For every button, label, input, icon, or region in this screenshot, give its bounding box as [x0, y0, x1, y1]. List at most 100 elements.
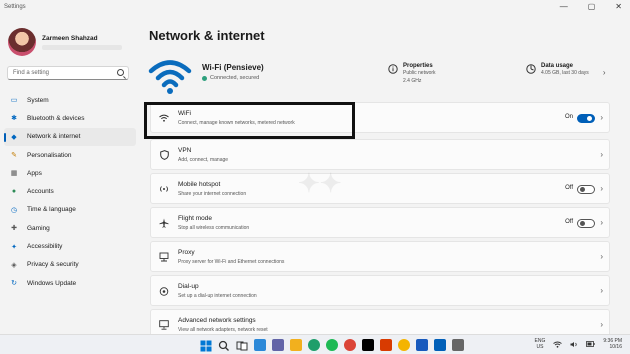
- file-explorer-icon[interactable]: [290, 339, 302, 351]
- info-icon: [388, 64, 398, 74]
- photos-icon[interactable]: [380, 339, 392, 351]
- clock[interactable]: 9:36 PM 10/16: [603, 338, 622, 350]
- monitor-network-icon: [159, 320, 169, 330]
- sidebar: Zarmeen Shahzad Find a setting ▭ System ✱ B…: [0, 16, 140, 334]
- data-usage-amount: 4.05 GB, last 30 days: [541, 70, 589, 76]
- chrome-alt-icon[interactable]: [398, 339, 410, 351]
- search-placeholder: Find a setting: [13, 70, 50, 76]
- row-title: Mobile hotspot: [178, 181, 221, 188]
- widgets-icon[interactable]: [254, 339, 266, 351]
- system-tray: ENG US 9:36 PM 10/16: [535, 338, 622, 350]
- sidebar-item-label: System: [27, 96, 49, 104]
- bluetooth-icon: ✱: [11, 115, 17, 123]
- row-subtitle: Stop all wireless communication: [178, 225, 250, 231]
- properties-title: Properties: [403, 63, 433, 69]
- sidebar-item-label: Apps: [27, 169, 42, 177]
- app-title: Settings: [4, 4, 26, 10]
- hotspot-icon: [159, 184, 169, 194]
- edge-icon[interactable]: [308, 339, 320, 351]
- row-title: Proxy: [178, 249, 195, 256]
- windows-start-icon[interactable]: [200, 339, 212, 352]
- properties-network-type: Public network: [403, 70, 436, 76]
- setting-row-flight-mode[interactable]: Flight mode Stop all wireless communicati…: [150, 207, 610, 238]
- chrome-icon[interactable]: [344, 339, 356, 351]
- settings-gear-icon[interactable]: [452, 339, 464, 351]
- row-subtitle: Share your internet connection: [178, 191, 247, 197]
- chat-icon[interactable]: [272, 339, 284, 351]
- data-usage-link[interactable]: Data usage 4.05 GB, last 30 days ›: [526, 63, 605, 77]
- flight-mode-toggle[interactable]: [577, 219, 595, 228]
- user-profile[interactable]: Zarmeen Shahzad: [8, 28, 122, 56]
- monitor-icon: ▭: [10, 97, 18, 105]
- row-subtitle: Proxy server for Wi-Fi and Ethernet conn…: [178, 259, 285, 265]
- sidebar-item-label: Accounts: [27, 188, 54, 196]
- chevron-right-icon: ›: [600, 218, 603, 227]
- sidebar-item-accounts[interactable]: ● Accounts: [4, 182, 136, 200]
- spotify-icon[interactable]: [326, 339, 338, 351]
- chevron-right-icon: ›: [600, 184, 603, 193]
- sidebar-item-label: Accessibility: [27, 243, 63, 251]
- sidebar-item-windows-update[interactable]: ↻ Windows Update: [4, 274, 136, 292]
- search-input[interactable]: Find a setting: [7, 66, 129, 80]
- sidebar-item-system[interactable]: ▭ System: [4, 91, 136, 109]
- connection-name: Wi-Fi (Pensieve): [202, 63, 264, 72]
- sidebar-item-label: Bluetooth & devices: [27, 114, 85, 122]
- watermark: ✦✦: [298, 168, 342, 198]
- setting-row-proxy[interactable]: Proxy Proxy server for Wi-Fi and Ethernet…: [150, 241, 610, 272]
- globe-clock-icon: ◷: [10, 206, 18, 214]
- sidebar-item-apps[interactable]: ▦ Apps: [4, 164, 136, 182]
- minimize-button[interactable]: —: [560, 2, 568, 11]
- netflix-icon[interactable]: [362, 339, 374, 351]
- connection-status: Connected, secured: [202, 75, 259, 81]
- sidebar-item-label: Time & language: [27, 206, 76, 214]
- sidebar-item-network-internet[interactable]: ◆ Network & internet: [4, 127, 136, 146]
- row-title: Dial-up: [178, 283, 199, 290]
- mobile-hotspot-toggle[interactable]: [577, 185, 595, 194]
- word-icon[interactable]: [416, 339, 428, 351]
- battery-icon[interactable]: [586, 341, 595, 347]
- sidebar-item-privacy-security[interactable]: ◈ Privacy & security: [4, 256, 136, 274]
- chevron-right-icon: ›: [600, 150, 603, 159]
- chevron-right-icon: ›: [600, 113, 603, 122]
- row-subtitle: Set up a dial-up internet connection: [178, 293, 257, 299]
- sidebar-item-accessibility[interactable]: ✦ Accessibility: [4, 237, 136, 255]
- setting-row-mobile-hotspot[interactable]: Mobile hotspot Share your internet connec…: [150, 173, 610, 204]
- update-icon: ↻: [11, 280, 17, 288]
- airplane-icon: [159, 218, 169, 228]
- data-usage-title: Data usage: [541, 63, 574, 69]
- connected-status-icon: [202, 75, 207, 81]
- shield-icon: ◈: [11, 261, 17, 269]
- wifi-tray-icon[interactable]: [553, 341, 563, 348]
- apps-icon: ▦: [10, 170, 18, 178]
- search-icon[interactable]: [218, 339, 230, 351]
- setting-row-vpn[interactable]: VPN Add, connect, manage ›: [150, 139, 610, 170]
- sidebar-item-label: Privacy & security: [27, 261, 79, 269]
- sidebar-item-gaming[interactable]: ✚ Gaming: [4, 219, 136, 237]
- row-subtitle: View all network adapters, network reset: [178, 327, 268, 333]
- wifi-toggle[interactable]: [577, 114, 595, 123]
- toggle-knob: [587, 116, 592, 121]
- volume-icon[interactable]: [570, 341, 578, 348]
- properties-link[interactable]: Properties Public network 2.4 GHz: [388, 63, 436, 85]
- setting-row-dial-up[interactable]: Dial-up Set up a dial-up internet connect…: [150, 275, 610, 306]
- dialup-icon: [159, 286, 169, 296]
- region-code: US: [536, 344, 544, 350]
- sidebar-item-personalisation[interactable]: ✎ Personalisation: [4, 146, 136, 164]
- window-controls: — ▢ ✕: [560, 2, 622, 11]
- search-icon: [117, 69, 124, 76]
- toggle-state-label: Off: [565, 219, 573, 225]
- chevron-right-icon: ›: [600, 320, 603, 329]
- highlight-box: [144, 102, 355, 139]
- sidebar-item-bluetooth-devices[interactable]: ✱ Bluetooth & devices: [4, 109, 136, 127]
- store-icon[interactable]: [434, 339, 446, 351]
- task-view-icon[interactable]: [236, 339, 248, 351]
- close-button[interactable]: ✕: [615, 2, 622, 11]
- sidebar-item-time-language[interactable]: ◷ Time & language: [4, 201, 136, 219]
- maximize-button[interactable]: ▢: [588, 2, 596, 11]
- brush-icon: ✎: [11, 152, 17, 160]
- person-icon: ●: [11, 188, 17, 196]
- language-indicator[interactable]: ENG US: [535, 338, 546, 350]
- proxy-icon: [159, 252, 169, 262]
- sidebar-item-label: Gaming: [27, 224, 50, 232]
- toggle-knob: [580, 187, 585, 192]
